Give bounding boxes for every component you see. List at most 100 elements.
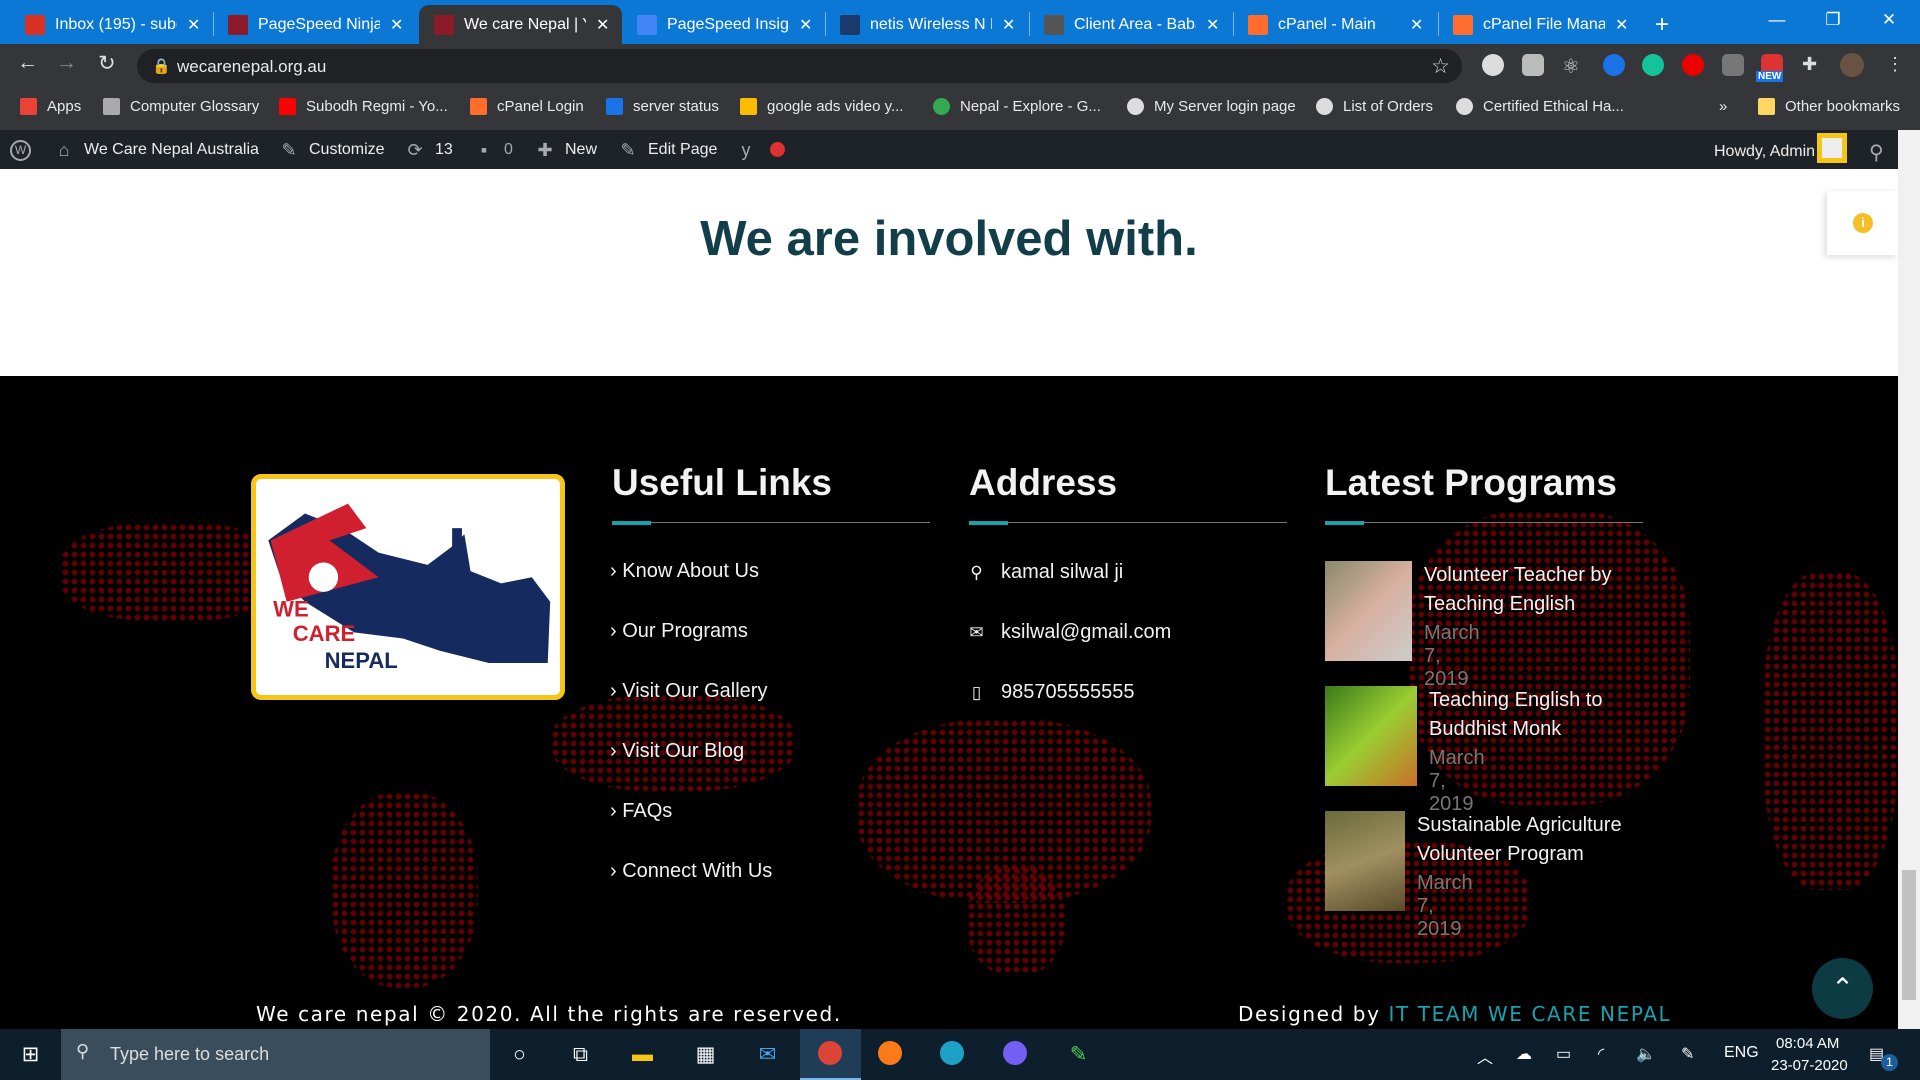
bookmark-item[interactable]: Subodh Regmi - Yo... [279,98,448,115]
star-icon[interactable]: ☆ [1431,54,1450,79]
mail-icon[interactable]: ✉ [754,1041,781,1068]
clock-date[interactable]: 23-07-2020 [1771,1057,1848,1074]
forward-icon[interactable]: → [56,51,77,75]
bookmarks-overflow-button[interactable]: » [1719,98,1727,115]
page-scrollbar[interactable] [1898,130,1920,1029]
new-content-link[interactable]: ✚ New [535,140,597,160]
site-name-link[interactable]: ⌂ We Care Nepal Australia [54,140,259,160]
windows-start-icon[interactable]: ⊞ [17,1041,44,1068]
footer-link[interactable]: › Know About Us [610,560,759,583]
close-tab-icon[interactable]: ✕ [390,15,403,35]
footer-link[interactable]: › Our Programs [610,620,748,643]
clock-time[interactable]: 08:04 AM [1776,1035,1839,1052]
program-thumbnail[interactable] [1325,811,1405,911]
footer-link[interactable]: › Connect With Us [610,860,772,883]
profile-avatar[interactable] [1840,53,1864,77]
close-window-button[interactable]: ✕ [1861,0,1917,39]
close-tab-icon[interactable]: ✕ [1615,15,1628,35]
edit-page-link[interactable]: ✎ Edit Page [618,140,717,160]
browser-tab[interactable]: netis Wireless N Ro ✕ [825,5,1028,44]
program-thumbnail[interactable] [1325,686,1417,786]
address-bar[interactable]: 🔒 wecarenepal.org.au ☆ [137,49,1462,83]
close-tab-icon[interactable]: ✕ [1410,15,1423,35]
bookmark-item[interactable]: google ads video y... [740,98,903,115]
file-explorer-icon[interactable]: ▬ [629,1041,656,1068]
menu-icon[interactable]: ⋮ [1886,54,1908,76]
browser-tab[interactable]: PageSpeed Insight ✕ [622,5,825,44]
updates-link[interactable]: ⟳ 13 [405,140,452,160]
reload-icon[interactable]: ↻ [98,51,116,76]
footer-link[interactable]: › Visit Our Gallery [610,680,767,703]
email-link[interactable]: ksilwal@gmail.com [1001,621,1171,644]
app-icon[interactable]: ✎ [1065,1041,1092,1068]
we-care-nepal-logo[interactable]: WE CARE NEPAL [251,474,565,700]
comments-link[interactable]: ▪ 0 [474,140,513,160]
program-thumbnail[interactable] [1325,561,1412,661]
browser-tab[interactable]: PageSpeed Ninja C ✕ [213,5,416,44]
maximize-button[interactable]: ❐ [1805,0,1861,39]
program-title[interactable]: Teaching English to Buddhist Monk [1429,686,1662,744]
phone-link[interactable]: 985705555555 [1001,681,1134,704]
wifi-icon[interactable]: ◜ [1598,1044,1604,1064]
close-tab-icon[interactable]: ✕ [799,15,812,35]
language-indicator[interactable]: ENG [1724,1044,1759,1062]
minimize-button[interactable]: — [1749,0,1805,39]
tray-chevron-icon[interactable]: ︿ [1477,1044,1493,1068]
grammarly-icon[interactable] [1642,54,1664,76]
extension-react-icon[interactable]: ⚛ [1562,54,1584,78]
close-tab-icon[interactable]: ✕ [596,15,609,35]
close-tab-icon[interactable]: ✕ [1206,15,1219,35]
cortana-icon[interactable]: ○ [506,1041,533,1068]
back-to-top-button[interactable]: ⌃ [1812,958,1873,1019]
onedrive-icon[interactable]: ☁ [1516,1044,1532,1064]
browser-tab[interactable]: Inbox (195) - subo ✕ [10,5,213,44]
browser-tab[interactable]: cPanel File Manag ✕ [1438,5,1641,44]
address-email[interactable]: ✉ ksilwal@gmail.com [969,621,1171,644]
edge-icon[interactable] [940,1041,964,1065]
chrome-taskbar-button[interactable] [800,1029,861,1080]
new-tab-button[interactable]: + [1655,5,1669,44]
bookmark-item[interactable]: Nepal - Explore - G... [933,98,1101,115]
footer-link[interactable]: › Visit Our Blog [610,740,744,763]
bookmark-item[interactable]: Certified Ethical Ha... [1456,98,1624,115]
bookmark-item[interactable]: Apps [20,98,81,115]
bookmark-item[interactable]: List of Orders [1316,98,1433,115]
task-view-icon[interactable]: ⧉ [567,1041,594,1068]
puzzle-icon[interactable]: ✚ [1802,54,1824,76]
browser-tab[interactable]: We care Nepal | Ye ✕ [419,5,622,44]
viber-icon[interactable] [1003,1041,1027,1065]
search-icon[interactable]: ⚲ [1869,140,1884,165]
extension-b-icon[interactable] [1522,54,1544,76]
bookmark-item[interactable]: server status [606,98,719,115]
program-title[interactable]: Sustainable Agriculture Volunteer Progra… [1417,811,1650,869]
adblock-icon[interactable] [1682,54,1704,76]
my-account-link[interactable]: Howdy, Admin [1714,133,1848,163]
close-tab-icon[interactable]: ✕ [1002,15,1015,35]
yoast-icon[interactable]: y [736,140,766,160]
browser-tab[interactable]: Client Area - Babal ✕ [1029,5,1232,44]
battery-icon[interactable]: ▭ [1556,1044,1571,1064]
firefox-icon[interactable] [878,1041,902,1065]
program-title[interactable]: Volunteer Teacher by Teaching English [1424,561,1657,619]
other-bookmarks[interactable]: Other bookmarks [1758,98,1900,115]
browser-tab[interactable]: cPanel - Main ✕ [1233,5,1436,44]
taskbar-search[interactable]: ⚲ Type here to search [61,1029,490,1080]
bookmark-item[interactable]: Computer Glossary [103,98,259,115]
url-text[interactable]: wecarenepal.org.au [177,57,326,77]
customize-link[interactable]: ✎ Customize [279,140,384,160]
designer-link[interactable]: IT TEAM WE CARE NEPAL [1389,1002,1672,1026]
back-icon[interactable]: ← [17,51,38,75]
pen-icon[interactable]: ✎ [1681,1044,1694,1064]
extension-tb-icon[interactable] [1722,54,1744,76]
extension-chat-icon[interactable] [1482,54,1504,76]
bookmark-item[interactable]: My Server login page [1127,98,1296,115]
bookmark-item[interactable]: cPanel Login [470,98,584,115]
wordpress-logo-icon[interactable]: W [10,140,41,161]
notifications-icon[interactable]: ▤ 1 [1869,1044,1898,1071]
address-phone[interactable]: ▯ 985705555555 [969,681,1135,704]
volume-icon[interactable]: 🔈 [1636,1044,1656,1064]
footer-link[interactable]: › FAQs [610,800,672,823]
close-tab-icon[interactable]: ✕ [187,15,200,35]
extension-a-icon[interactable] [1603,54,1625,76]
store-icon[interactable]: ▦ [692,1041,719,1068]
